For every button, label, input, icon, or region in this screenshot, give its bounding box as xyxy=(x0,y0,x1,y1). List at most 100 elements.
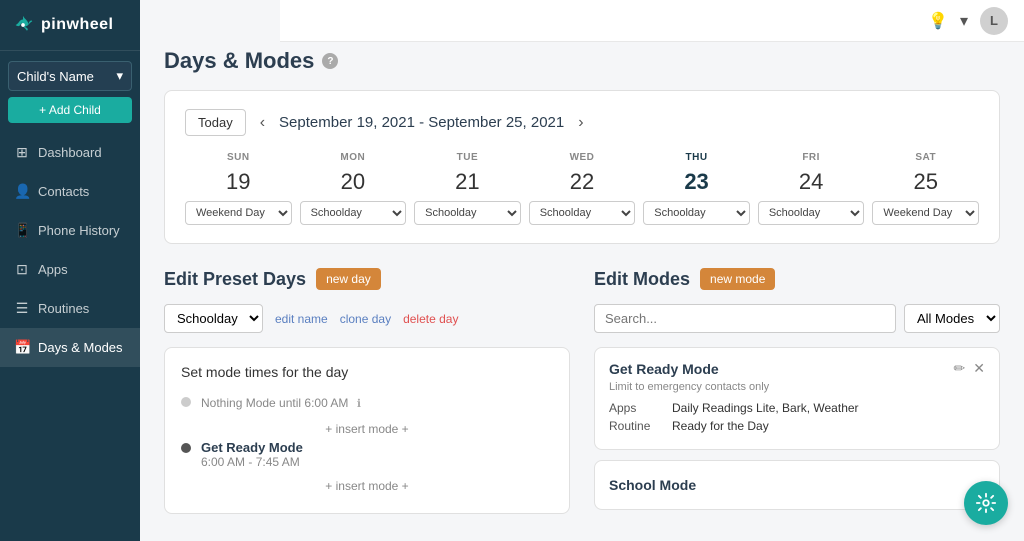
main-content: 💡 ▾ L Days & Modes ? Today ‹ September 1… xyxy=(140,0,1024,541)
day-col-tue: TUE 21 Schoolday xyxy=(414,152,521,225)
school-mode-header: School Mode xyxy=(609,473,985,493)
school-mode-card: School Mode xyxy=(594,460,1000,510)
sidebar-item-label: Apps xyxy=(38,262,68,277)
schoolday-select[interactable]: Schoolday xyxy=(164,304,263,333)
all-modes-select[interactable]: All Modes xyxy=(904,304,1000,333)
edit-name-button[interactable]: edit name xyxy=(275,312,328,326)
sidebar-item-dashboard[interactable]: ⊞ Dashboard xyxy=(0,133,140,172)
pinwheel-logo-icon xyxy=(12,14,34,36)
routines-icon: ☰ xyxy=(14,300,30,317)
day-number: 23 xyxy=(684,169,708,195)
info-icon: ℹ xyxy=(357,398,361,410)
modes-search-row: All Modes xyxy=(594,304,1000,333)
help-icon[interactable]: ? xyxy=(322,53,338,69)
preset-days-section: Edit Preset Days new day Schoolday edit … xyxy=(164,268,570,520)
sidebar: pinwheel Child's Name ▾ + Add Child ⊞ Da… xyxy=(0,0,140,541)
sidebar-item-label: Phone History xyxy=(38,223,120,238)
mode-timeline: Set mode times for the day Nothing Mode … xyxy=(164,347,570,514)
days-modes-icon: 📅 xyxy=(14,339,30,356)
timeline-title: Set mode times for the day xyxy=(181,364,553,380)
edit-modes-header: Edit Modes new mode xyxy=(594,268,1000,290)
modes-search-input[interactable] xyxy=(594,304,896,333)
day-col-wed: WED 22 Schoolday xyxy=(529,152,636,225)
insert-mode-2[interactable]: + insert mode + xyxy=(181,475,553,497)
day-label: SUN xyxy=(227,152,250,163)
insert-mode-1[interactable]: + insert mode + xyxy=(181,418,553,440)
preset-days-header: Edit Preset Days new day xyxy=(164,268,570,290)
day-mode-select-6[interactable]: Weekend Day xyxy=(872,201,979,225)
new-mode-button[interactable]: new mode xyxy=(700,268,775,290)
day-number: 24 xyxy=(799,169,823,195)
sidebar-item-contacts[interactable]: 👤 Contacts xyxy=(0,172,140,211)
day-mode-select-3[interactable]: Schoolday xyxy=(529,201,636,225)
day-mode-select-0[interactable]: Weekend Day xyxy=(185,201,292,225)
nothing-mode-text: Nothing Mode until 6:00 AM xyxy=(201,396,348,410)
new-day-button[interactable]: new day xyxy=(316,268,381,290)
prev-arrow[interactable]: ‹ xyxy=(260,114,265,132)
day-mode-select-1[interactable]: Schoolday xyxy=(300,201,407,225)
user-initial: L xyxy=(990,13,998,28)
page-title: Days & Modes ? xyxy=(164,48,1000,74)
mode-card-subtitle: Limit to emergency contacts only xyxy=(609,381,985,393)
add-child-button[interactable]: + Add Child xyxy=(8,97,132,123)
logo-area: pinwheel xyxy=(0,0,140,51)
day-col-sat: SAT 25 Weekend Day xyxy=(872,152,979,225)
day-mode-select-2[interactable]: Schoolday xyxy=(414,201,521,225)
routine-label: Routine xyxy=(609,419,664,433)
phone-history-icon: 📱 xyxy=(14,222,30,239)
school-mode-title: School Mode xyxy=(609,477,696,493)
chevron-down-icon[interactable]: ▾ xyxy=(960,11,968,31)
child-name: Child's Name xyxy=(17,69,94,84)
day-col-thu: THU 23 Schoolday xyxy=(643,152,750,225)
logo-text: pinwheel xyxy=(41,16,113,34)
day-number: 19 xyxy=(226,169,250,195)
close-mode-icon[interactable]: ✕ xyxy=(973,360,985,377)
timeline-dot-active xyxy=(181,443,191,453)
mode-card-header: Get Ready Mode ✏ ✕ xyxy=(609,360,985,377)
sidebar-item-label: Days & Modes xyxy=(38,340,123,355)
delete-day-button[interactable]: delete day xyxy=(403,312,458,326)
contacts-icon: 👤 xyxy=(14,183,30,200)
day-mode-select-5[interactable]: Schoolday xyxy=(758,201,865,225)
edit-modes-section: Edit Modes new mode All Modes Get Ready … xyxy=(594,268,1000,520)
fab-button[interactable] xyxy=(964,481,1008,525)
day-label: FRI xyxy=(802,152,820,163)
clone-day-button[interactable]: clone day xyxy=(340,312,391,326)
day-number: 21 xyxy=(455,169,479,195)
dashboard-icon: ⊞ xyxy=(14,144,30,161)
routine-value: Ready for the Day xyxy=(672,419,769,433)
mode-time: 6:00 AM - 7:45 AM xyxy=(201,455,303,469)
sidebar-item-label: Routines xyxy=(38,301,89,316)
day-label: WED xyxy=(570,152,595,163)
calendar-nav: Today ‹ September 19, 2021 - September 2… xyxy=(185,109,979,136)
day-label: MON xyxy=(340,152,365,163)
edit-mode-icon[interactable]: ✏ xyxy=(954,360,966,377)
timeline-dot xyxy=(181,397,191,407)
page-content: Days & Modes ? Today ‹ September 19, 202… xyxy=(164,20,1000,520)
apps-label: Apps xyxy=(609,401,664,415)
next-arrow[interactable]: › xyxy=(578,114,583,132)
mode-name: Get Ready Mode xyxy=(201,440,303,455)
apps-icon: ⊡ xyxy=(14,261,30,278)
date-range: September 19, 2021 - September 25, 2021 xyxy=(279,114,564,131)
child-selector[interactable]: Child's Name ▾ xyxy=(8,61,132,91)
timeline-item-nothing: Nothing Mode until 6:00 AM ℹ xyxy=(181,394,553,412)
sidebar-item-apps[interactable]: ⊡ Apps xyxy=(0,250,140,289)
day-mode-select-4[interactable]: Schoolday xyxy=(643,201,750,225)
bottom-grid: Edit Preset Days new day Schoolday edit … xyxy=(164,268,1000,520)
bulb-icon[interactable]: 💡 xyxy=(928,11,948,31)
user-avatar[interactable]: L xyxy=(980,7,1008,35)
sidebar-item-label: Contacts xyxy=(38,184,89,199)
settings-icon xyxy=(975,492,997,514)
sidebar-item-phone-history[interactable]: 📱 Phone History xyxy=(0,211,140,250)
sidebar-item-routines[interactable]: ☰ Routines xyxy=(0,289,140,328)
day-number: 20 xyxy=(341,169,365,195)
preset-controls: Schoolday edit name clone day delete day xyxy=(164,304,570,333)
sidebar-item-days-modes[interactable]: 📅 Days & Modes xyxy=(0,328,140,367)
today-button[interactable]: Today xyxy=(185,109,246,136)
apps-value: Daily Readings Lite, Bark, Weather xyxy=(672,401,859,415)
top-bar: 💡 ▾ L xyxy=(280,0,1024,42)
edit-modes-title: Edit Modes xyxy=(594,269,690,290)
day-label: TUE xyxy=(457,152,479,163)
mode-apps-row: Apps Daily Readings Lite, Bark, Weather xyxy=(609,401,985,415)
